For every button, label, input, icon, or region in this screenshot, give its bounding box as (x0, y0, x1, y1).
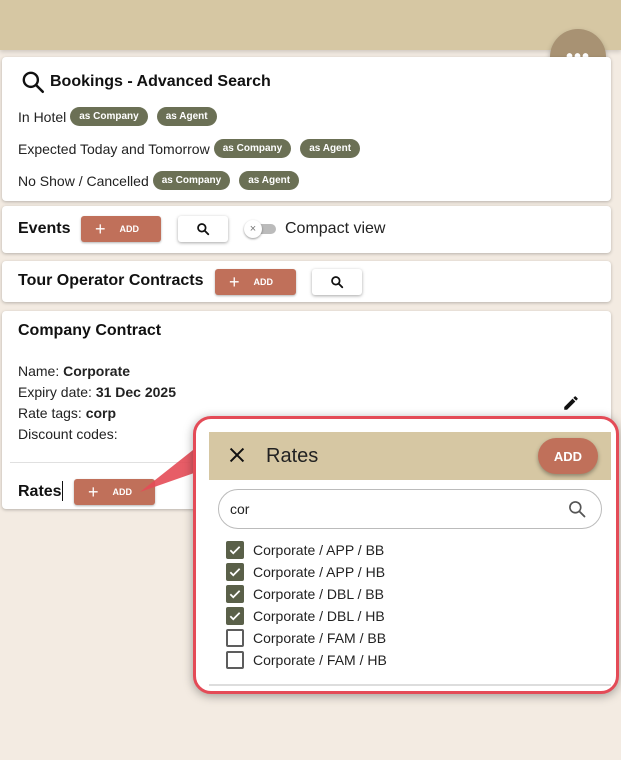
rates-dialog-title: Rates (266, 445, 319, 467)
rates-search-field[interactable]: cor (218, 489, 602, 529)
rate-option[interactable]: Corporate / FAM / HB (226, 650, 387, 670)
checkbox-checked-icon[interactable] (226, 541, 244, 559)
checkbox-unchecked-icon[interactable] (226, 629, 244, 647)
rate-option[interactable]: Corporate / APP / HB (226, 562, 385, 582)
rate-option[interactable]: Corporate / DBL / HB (226, 606, 385, 626)
rate-option-label: Corporate / APP / HB (253, 564, 386, 580)
checkbox-unchecked-icon[interactable] (226, 651, 244, 669)
rates-dialog-add-button[interactable]: ADD (538, 438, 598, 474)
checkbox-checked-icon[interactable] (226, 607, 244, 625)
rate-option[interactable]: Corporate / FAM / BB (226, 628, 386, 648)
rate-option-label: Corporate / DBL / BB (253, 586, 384, 602)
rate-option-label: Corporate / APP / BB (253, 542, 385, 558)
rate-option-label: Corporate / FAM / BB (253, 630, 387, 646)
close-icon[interactable] (226, 444, 248, 466)
checkbox-checked-icon[interactable] (226, 585, 244, 603)
rate-option-label: Corporate / DBL / HB (253, 608, 385, 624)
rate-option-label: Corporate / FAM / HB (253, 652, 387, 668)
rates-search-input[interactable]: cor (230, 501, 249, 517)
rates-dialog-header: Rates ADD (209, 432, 611, 480)
checkbox-checked-icon[interactable] (226, 563, 244, 581)
search-icon (569, 501, 586, 518)
rate-option[interactable]: Corporate / DBL / BB (226, 584, 384, 604)
rates-popup-highlight: Rates ADD cor Corporate / APP / BB Corpor… (193, 416, 619, 694)
rate-option[interactable]: Corporate / APP / BB (226, 540, 384, 560)
rates-dialog: Rates ADD cor Corporate / APP / BB Corpor… (209, 432, 611, 686)
